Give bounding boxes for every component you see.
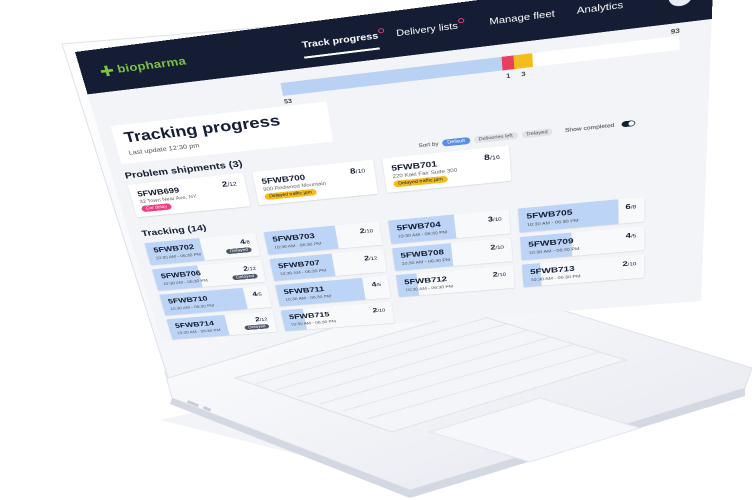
- deliveries-total: /5: [376, 282, 382, 287]
- deliveries-total: /10: [495, 245, 504, 251]
- deliveries-total: /10: [364, 228, 373, 234]
- tracking-card[interactable]: 5FWB706 2/12 10:30 AM - 06:30 PM Delayed: [152, 260, 266, 291]
- delayed-badge: Delayed: [226, 247, 252, 254]
- sort-option-delayed[interactable]: Delayed: [521, 128, 552, 138]
- show-completed-label: Show completed: [565, 122, 615, 133]
- delivery-count: 2/12: [363, 254, 377, 263]
- tab-delivery-lists[interactable]: Delivery lists: [396, 20, 459, 45]
- delivery-count: 2/10: [492, 270, 506, 279]
- delivery-count: 4/8: [239, 237, 250, 245]
- delivery-count: 3/10: [487, 214, 501, 223]
- problem-badge: Car delay: [141, 203, 172, 212]
- sort-option-deliveries-left[interactable]: Deliveries left: [474, 132, 518, 143]
- delivery-count: 2/12: [221, 178, 237, 188]
- delivery-count: 8/10: [349, 165, 365, 175]
- deliveries-total: /10: [377, 308, 386, 313]
- notification-dot-icon: [378, 28, 384, 34]
- show-completed-toggle[interactable]: [622, 120, 636, 127]
- tab-label: Analytics: [577, 0, 624, 16]
- sort-controls: Sort by Default Deliveries left Delayed …: [418, 119, 635, 149]
- delivery-count: 4/5: [371, 280, 382, 288]
- tab-track-progress[interactable]: Track progress: [301, 30, 380, 59]
- deliveries-total: /5: [631, 233, 636, 239]
- tracking-title: Tracking (14): [140, 223, 207, 238]
- deliveries-total: /16: [490, 154, 501, 161]
- page-title: Tracking progress: [122, 112, 282, 147]
- progress-problem-label: 1: [506, 72, 511, 79]
- tab-label: Manage fleet: [489, 8, 555, 27]
- deliveries-total: /12: [259, 317, 268, 322]
- progress-completed-label: 53: [284, 98, 293, 105]
- tracking-card[interactable]: 5FWB713 2/10 10:30 AM - 06:30 PM: [522, 254, 644, 287]
- deliveries-total: /10: [628, 261, 637, 267]
- tab-label: Delivery lists: [396, 20, 459, 38]
- progress-delayed-fill: [513, 53, 533, 69]
- delivery-count: 2/10: [622, 259, 636, 268]
- avatar[interactable]: BL: [668, 0, 692, 8]
- deliveries-total: /10: [497, 272, 506, 277]
- tracking-card[interactable]: 5FWB712 2/10 10:30 AM - 06:30 PM: [396, 265, 515, 297]
- delivery-count: 4/5: [252, 290, 263, 298]
- problem-card[interactable]: 5FWB701 8/16 220 Kaki Fair Suite 300 Delaye…: [382, 145, 511, 192]
- delivery-count: 2/10: [490, 242, 504, 251]
- deliveries-total: /5: [257, 292, 263, 297]
- progress-delayed-label: 3: [521, 71, 526, 78]
- tracking-card[interactable]: 5FWB710 4/5 10:30 AM - 06:30 PM: [159, 286, 271, 316]
- problem-card[interactable]: 5FWB700 8/10 900 Redwood Mountain Delayed t…: [252, 159, 378, 205]
- sort-label: Sort by: [418, 141, 439, 149]
- delivery-count: 8/16: [484, 151, 501, 162]
- notification-dot-icon: [458, 18, 464, 24]
- delivery-count: 4/5: [626, 231, 637, 240]
- tracking-card[interactable]: 5FWB707 2/12 10:30 AM - 06:30 PM: [269, 249, 386, 281]
- tab-analytics[interactable]: Analytics: [577, 0, 624, 23]
- progress-problem-fill: [501, 55, 514, 70]
- deliveries-total: /12: [227, 181, 237, 188]
- cross-logo-icon: [99, 65, 114, 77]
- delivery-count: 2/10: [359, 226, 373, 235]
- deliveries-total: /10: [493, 216, 502, 222]
- tracking-card[interactable]: 5FWB711 4/5 10:30 AM - 06:30 PM: [275, 276, 390, 307]
- deliveries-total: /10: [355, 168, 365, 175]
- deliveries-total: /12: [369, 256, 378, 262]
- tab-manage-fleet[interactable]: Manage fleet: [489, 8, 555, 34]
- logo-text: biopharma: [116, 54, 188, 76]
- delivery-count: 2/12: [242, 264, 256, 272]
- deliveries-total: /12: [248, 266, 257, 271]
- tab-label: Track progress: [301, 30, 379, 50]
- delayed-badge: Delayed: [232, 274, 258, 281]
- deliveries-total: /8: [245, 240, 251, 245]
- delivery-count: 6/8: [625, 202, 636, 211]
- delayed-badge: Delayed: [244, 324, 269, 330]
- deliveries-total: /8: [631, 204, 636, 210]
- delivery-count: 2/10: [372, 306, 386, 314]
- sort-option-default[interactable]: Default: [442, 137, 470, 147]
- logo[interactable]: biopharma: [99, 54, 187, 78]
- delivery-count: 2/12: [254, 315, 268, 323]
- app-screen: biopharma Track progress Delivery lists …: [75, 0, 714, 341]
- problem-card[interactable]: 5FWB699 2/12 32 Town Near Ave, NY Car delay: [128, 173, 251, 217]
- progress-total-label: 93: [671, 27, 680, 35]
- title-card: Tracking progress Last update 12:30 pm: [111, 101, 334, 164]
